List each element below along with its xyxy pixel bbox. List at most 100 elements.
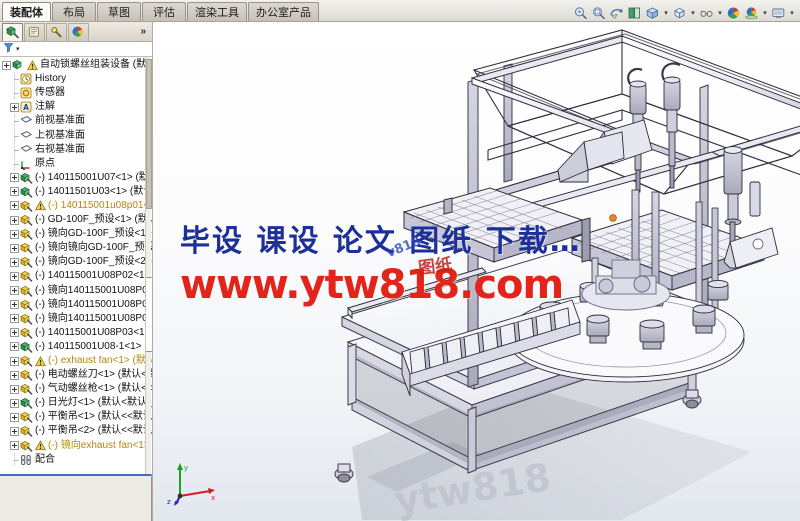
tree-item[interactable]: (-) exhaust fan<1> (默认 xyxy=(0,354,152,368)
chevron-down-icon[interactable]: ▾ xyxy=(788,5,796,21)
tree-expander[interactable] xyxy=(10,187,19,197)
tree-expander[interactable] xyxy=(2,60,11,70)
tab-assembly[interactable]: 装配体 xyxy=(2,2,51,21)
tree-item[interactable]: 上视基准面 xyxy=(0,128,152,143)
tree-expander[interactable] xyxy=(10,201,19,211)
tree-item[interactable]: (-) 镜向GD-100F_预设<2> ( xyxy=(0,255,152,269)
display-style-icon[interactable] xyxy=(671,5,688,21)
tree-item[interactable]: (-) 140115001U08P03<1> xyxy=(0,326,152,340)
tree-filter-bar[interactable]: ▾ xyxy=(0,42,152,57)
panel-overflow-button[interactable]: » xyxy=(140,26,146,37)
zoom-to-fit-icon[interactable] xyxy=(572,5,589,21)
tree-item[interactable]: (-) 镜向exhaust fan<1> xyxy=(0,439,152,453)
tree-item[interactable]: 传感器 xyxy=(0,86,152,101)
tab-render-tools[interactable]: 渲染工具 xyxy=(187,2,247,21)
tree-expander[interactable] xyxy=(10,398,19,408)
tree-item[interactable]: (-) 平衡吊<2> (默认<<默认 xyxy=(0,424,152,438)
part-icon xyxy=(20,228,33,240)
tree-item-label: (-) 镜向140115001U08P02· xyxy=(35,284,152,296)
tree-item-label: (-) 镜向140115001U08P02· xyxy=(35,298,152,310)
tree-expander[interactable] xyxy=(10,356,19,366)
tree-branch-stub xyxy=(10,128,19,143)
tree-item-label: (-) 镜向镜向GD-100F_预设< xyxy=(35,242,152,254)
tree-expander[interactable] xyxy=(10,173,19,183)
tree-expander[interactable] xyxy=(10,328,19,338)
feature-tree[interactable]: 自动锁螺丝组装设备 (默认<... History 传感器 A 注解前视基准面上视基准面… xyxy=(0,57,152,474)
solidworks-window: 装配体 布局 草图 评估 渲染工具 办公室产品 ▾ ▾ ▾ ▾ ▾ » ▾ 自动… xyxy=(0,0,800,521)
view-settings-icon[interactable] xyxy=(770,5,787,21)
zoom-to-area-icon[interactable] xyxy=(590,5,607,21)
mates-icon xyxy=(20,454,33,466)
tab-layout[interactable]: 布局 xyxy=(52,2,96,21)
tree-item[interactable]: (-) 镜向140115001U08P02· xyxy=(0,298,152,312)
tab-render-tools-label: 渲染工具 xyxy=(195,7,239,19)
tree-item[interactable]: 配合 xyxy=(0,452,152,467)
property-manager-tab[interactable] xyxy=(24,22,45,41)
tree-item[interactable]: (-) 平衡吊<1> (默认<<默认 xyxy=(0,410,152,424)
tree-item[interactable]: A 注解 xyxy=(0,100,152,114)
tree-expander[interactable] xyxy=(10,257,19,267)
chevron-down-icon[interactable]: ▾ xyxy=(716,5,724,21)
tab-sketch[interactable]: 草图 xyxy=(97,2,141,21)
tab-office-products[interactable]: 办公室产品 xyxy=(248,2,319,21)
tree-expander[interactable] xyxy=(10,384,19,394)
tree-item[interactable]: History xyxy=(0,72,152,87)
tree-expander[interactable] xyxy=(10,271,19,281)
tree-expander[interactable] xyxy=(10,286,19,296)
tree-item[interactable]: (-) 镜向140115001U08P02· xyxy=(0,312,152,326)
tree-expander[interactable] xyxy=(10,426,19,436)
display-manager-tab[interactable] xyxy=(68,22,89,41)
view-orientation-icon[interactable] xyxy=(644,5,661,21)
tree-item[interactable]: (-) 镜向GD-100F_预设<1> ( xyxy=(0,227,152,241)
chevron-down-icon[interactable]: ▾ xyxy=(16,45,20,53)
panel-tab-row: » xyxy=(0,22,152,42)
tree-item[interactable]: (-) 镜向镜向GD-100F_预设< xyxy=(0,241,152,255)
chevron-down-icon[interactable]: ▾ xyxy=(761,5,769,21)
tree-item[interactable]: (-) GD-100F_预设<1> (默认 xyxy=(0,213,152,227)
tree-item[interactable]: (-) 140115001U08-1<1> (默 xyxy=(0,340,152,354)
part-icon xyxy=(20,270,33,283)
filter-icon xyxy=(3,42,14,56)
tree-expander[interactable] xyxy=(10,441,19,451)
scene-icon[interactable] xyxy=(743,5,760,21)
tree-expander[interactable] xyxy=(10,229,19,239)
configuration-manager-tab[interactable] xyxy=(46,22,67,41)
tree-item[interactable]: (-) 140115001u08p01<1> xyxy=(0,199,152,213)
tree-item[interactable]: 前视基准面 xyxy=(0,114,152,129)
tree-expander[interactable] xyxy=(10,370,19,380)
tree-item-label: (-) 日光灯<1> (默认<默认_显 xyxy=(35,397,152,409)
section-view-icon[interactable] xyxy=(626,5,643,21)
tree-expander[interactable] xyxy=(10,300,19,310)
tree-item-label: 原点 xyxy=(35,157,55,169)
tree-item[interactable]: (-) 日光灯<1> (默认<默认_显 xyxy=(0,396,152,410)
rotate-view-icon[interactable] xyxy=(608,5,625,21)
graphics-area[interactable]: ytw818 毕设 课设 论文 图纸 下载… www.ytw818.com 图纸… xyxy=(152,22,800,521)
tree-item[interactable]: (-) 镜向140115001U08P02· xyxy=(0,284,152,298)
tree-item[interactable]: (-) 气动螺丝枪<1> (默认<< xyxy=(0,382,152,396)
tree-item[interactable]: (-) 14011501U03<1> (默认 xyxy=(0,185,152,199)
tree-item-label: 前视基准面 xyxy=(35,115,85,127)
tree-item[interactable]: (-) 电动螺丝刀<1> (默认<默 xyxy=(0,368,152,382)
hide-show-items-icon[interactable] xyxy=(698,5,715,21)
part-icon xyxy=(20,440,33,452)
tree-item[interactable]: (-) 140115001U08P02<1> > xyxy=(0,269,152,283)
chevron-down-icon[interactable]: ▾ xyxy=(689,5,697,21)
tree-item[interactable]: (-) 140115001U07<1> (默认 xyxy=(0,171,152,185)
tree-item[interactable]: 右视基准面 xyxy=(0,142,152,157)
plane-icon xyxy=(20,115,33,127)
tree-expander[interactable] xyxy=(10,243,19,253)
tree-expander[interactable] xyxy=(10,102,19,112)
triad-z-blue-axis: z xyxy=(167,495,181,506)
tree-expander[interactable] xyxy=(10,342,19,352)
feature-manager-tab[interactable] xyxy=(2,22,23,41)
tree-item[interactable]: 自动锁螺丝组装设备 (默认<... xyxy=(0,58,152,72)
tab-evaluate[interactable]: 评估 xyxy=(142,2,186,21)
part-icon xyxy=(20,200,33,212)
tree-expander[interactable] xyxy=(10,215,19,225)
tree-item[interactable]: 原点 xyxy=(0,156,152,171)
tree-expander[interactable] xyxy=(10,412,19,422)
tree-scrollbar[interactable] xyxy=(145,57,152,474)
tree-expander[interactable] xyxy=(10,314,19,324)
appearance-icon[interactable] xyxy=(725,5,742,21)
chevron-down-icon[interactable]: ▾ xyxy=(662,5,670,21)
